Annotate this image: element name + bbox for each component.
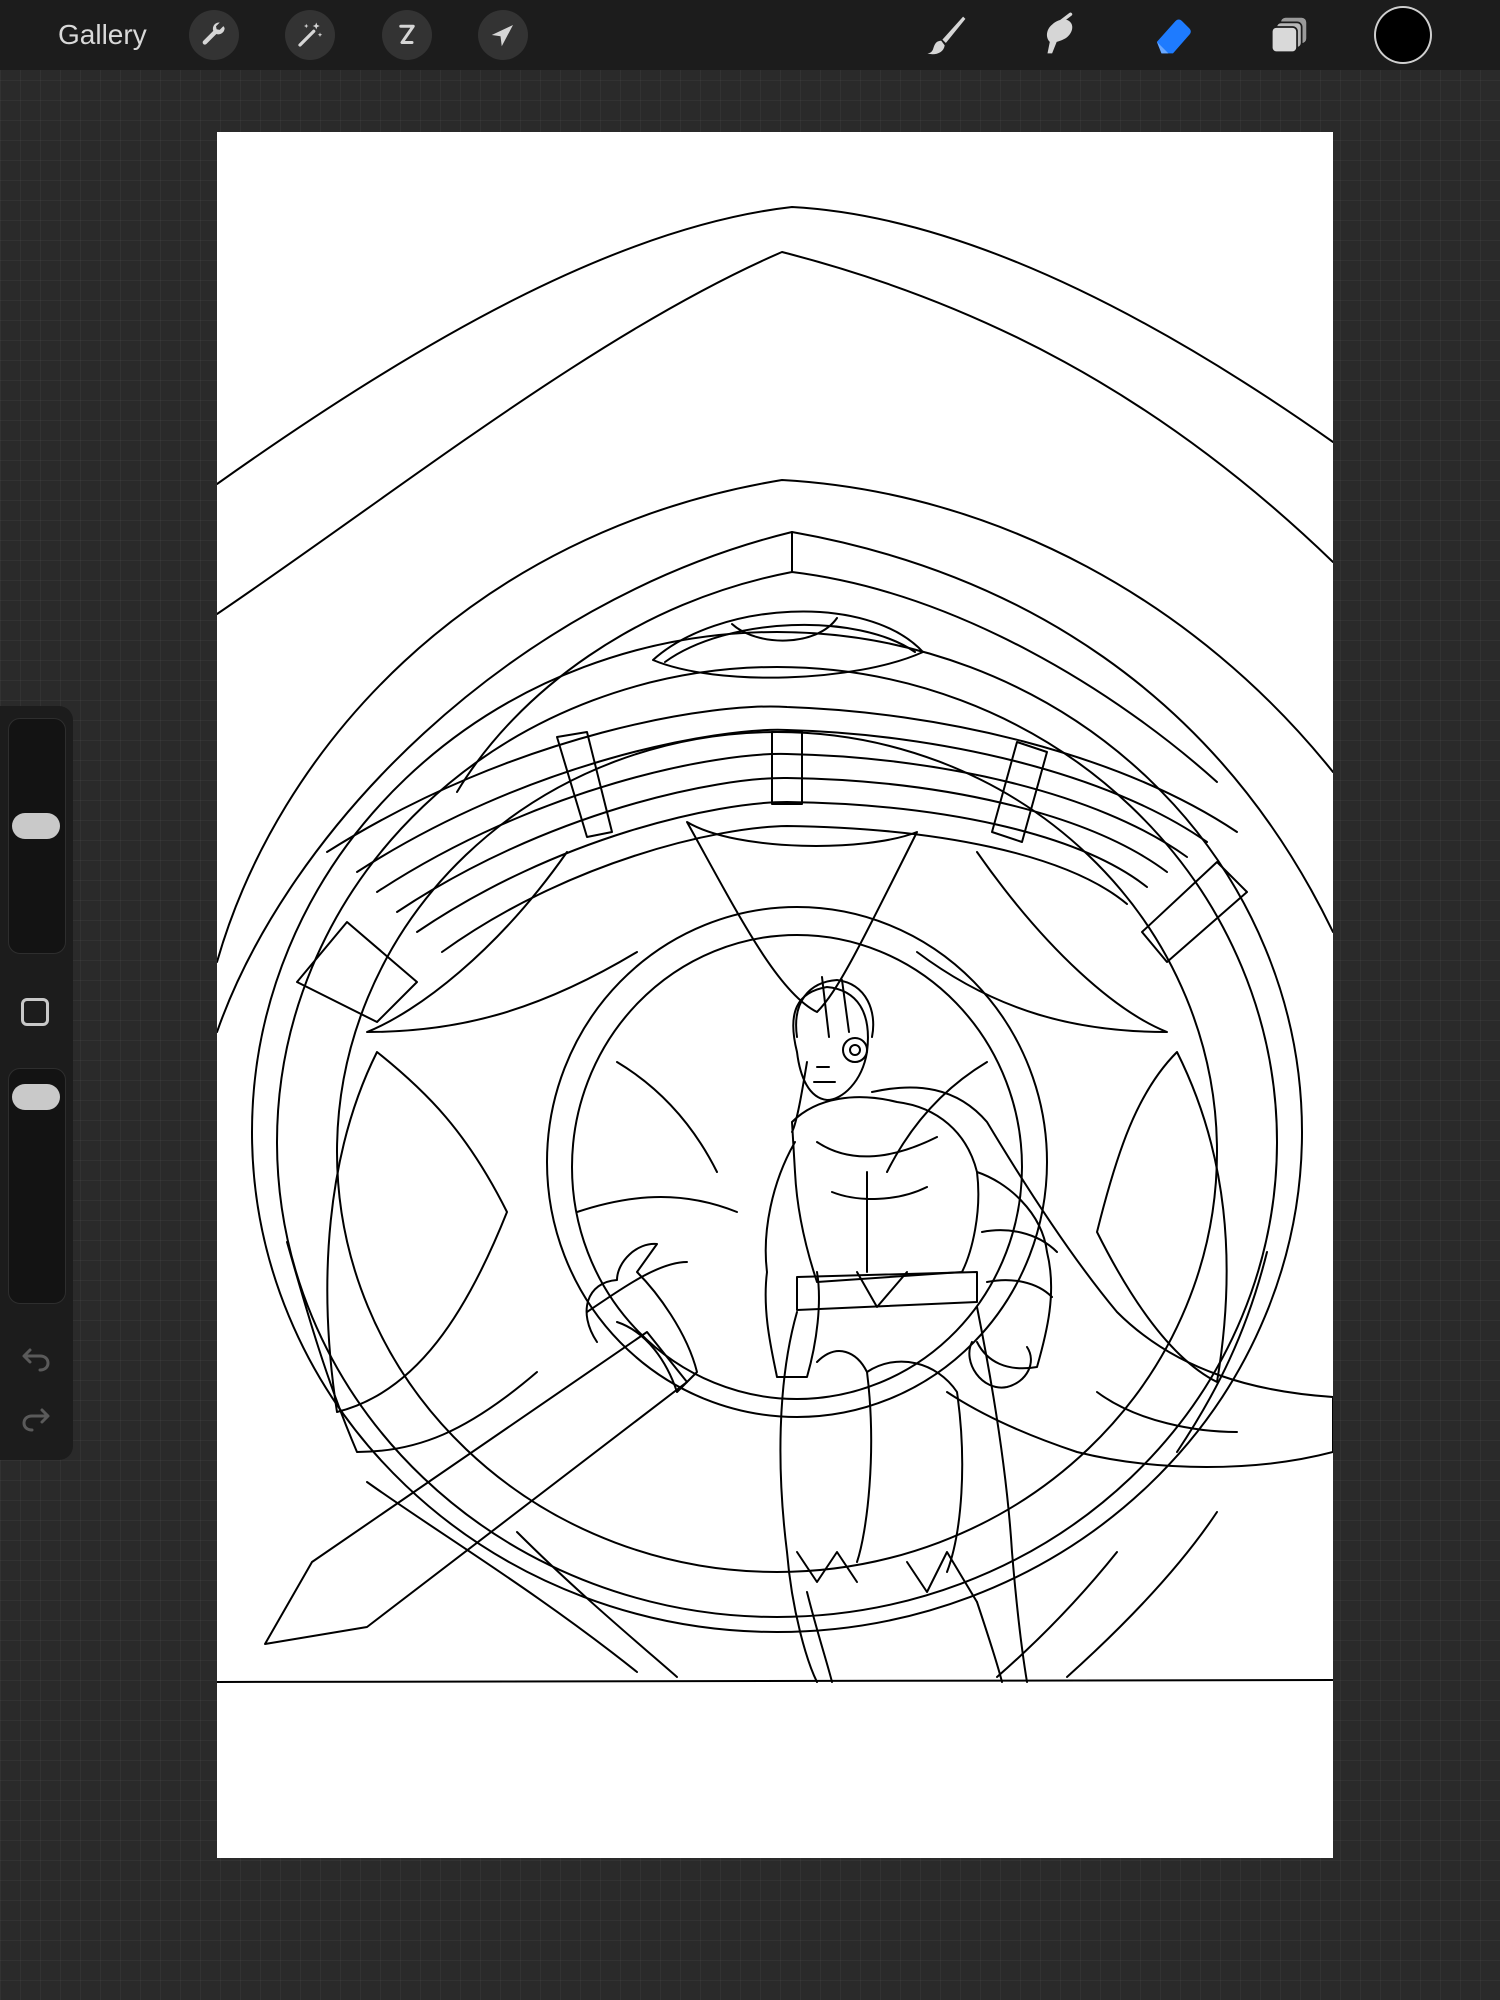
selection-s-icon — [399, 24, 415, 44]
wrench-icon — [202, 22, 225, 45]
brush-size-slider[interactable] — [8, 718, 66, 954]
color-swatch[interactable] — [1376, 8, 1430, 62]
redo-icon — [22, 1408, 50, 1432]
brush-icon — [927, 16, 966, 55]
figure-torso — [791, 1096, 980, 1283]
transform-button[interactable] — [478, 10, 528, 60]
top-toolbar: Gallery — [0, 0, 1500, 70]
mid-arch-inner — [217, 531, 1333, 1033]
outer-arch — [217, 206, 1333, 485]
actions-button[interactable] — [189, 10, 239, 60]
brush-tool-button[interactable] — [920, 10, 974, 60]
opacity-slider[interactable] — [8, 1068, 66, 1304]
cape — [871, 1086, 1333, 1468]
adjustments-button[interactable] — [285, 10, 335, 60]
modify-square-icon[interactable] — [21, 998, 49, 1026]
eraser-tool-button[interactable] — [1146, 10, 1200, 60]
eraser-icon — [1156, 19, 1191, 54]
floor-line — [217, 1679, 1333, 1683]
layers-icon — [1270, 17, 1307, 54]
gallery-button[interactable]: Gallery — [58, 14, 147, 56]
undo-button[interactable] — [18, 1340, 54, 1376]
inner-arch — [217, 251, 1333, 615]
line-art — [217, 206, 1333, 1683]
magic-wand-icon — [298, 22, 323, 47]
smudge-finger-icon — [1046, 12, 1073, 54]
left-sidebar — [0, 706, 73, 1460]
drawing-canvas[interactable] — [217, 132, 1333, 1858]
opacity-slider-thumb[interactable] — [12, 1084, 60, 1111]
undo-icon — [22, 1348, 50, 1372]
selection-button[interactable] — [382, 10, 432, 60]
mid-arch-outer — [217, 479, 1333, 963]
brush-size-slider-thumb[interactable] — [12, 812, 60, 839]
figure-legs — [779, 1311, 818, 1683]
smudge-tool-button[interactable] — [1032, 10, 1086, 60]
arrow-cursor-icon — [491, 25, 513, 47]
redo-button[interactable] — [18, 1400, 54, 1436]
layers-button[interactable] — [1262, 10, 1316, 60]
